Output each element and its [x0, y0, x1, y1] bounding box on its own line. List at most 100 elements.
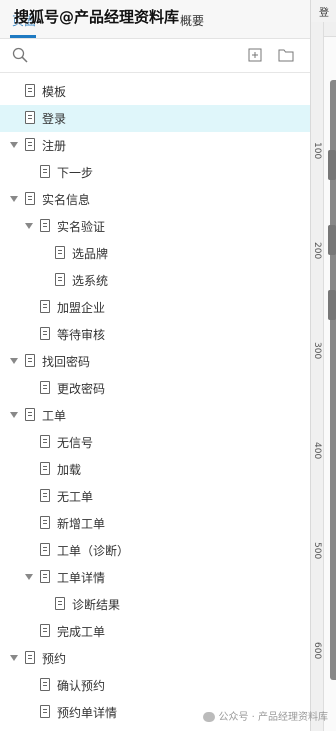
tree-row[interactable]: 诊断结果	[0, 591, 310, 618]
tree-row-label: 注册	[42, 139, 67, 153]
page-icon	[25, 138, 35, 151]
tree-row-label: 模板	[42, 85, 67, 99]
caret-down-icon[interactable]	[25, 574, 33, 580]
ruler-number: 400	[312, 442, 322, 460]
tree-row[interactable]: 等待审核	[0, 321, 310, 348]
ruler-number: 500	[312, 542, 322, 560]
wechat-icon	[203, 712, 216, 722]
page-icon	[40, 300, 50, 313]
page-icon	[40, 381, 50, 394]
page-icon	[40, 678, 50, 691]
tree-row-label: 选系统	[72, 274, 109, 288]
page-icon	[40, 489, 50, 502]
caret-down-icon[interactable]	[10, 412, 18, 418]
page-icon	[40, 543, 50, 556]
page-icon	[40, 165, 50, 178]
tree-row[interactable]: 无工单	[0, 483, 310, 510]
tree-row-label: 实名验证	[57, 220, 106, 234]
tree-row[interactable]: 实名验证	[0, 213, 310, 240]
add-page-icon[interactable]	[248, 48, 262, 62]
page-icon	[40, 705, 50, 718]
caret-down-icon[interactable]	[25, 223, 33, 229]
canvas-marker	[328, 150, 336, 180]
tree-row-label: 确认预约	[57, 679, 106, 693]
pages-panel: 页面 概要 搜狐号@产品经理资料库 模板登录注册下一步实名信息实名验证选品牌选系…	[0, 0, 311, 731]
tree-row[interactable]: 选品牌	[0, 240, 310, 267]
tree-row-label: 等待审核	[57, 328, 106, 342]
canvas-tab[interactable]: 登录	[311, 0, 336, 34]
tree-row[interactable]: 预约	[0, 645, 310, 672]
tree-row-label: 无工单	[57, 490, 94, 504]
canvas-marker	[328, 290, 336, 320]
ruler-number: 100	[312, 142, 322, 160]
tree-row-label: 诊断结果	[72, 598, 121, 612]
watermark-bottom-text: 公众号 · 产品经理资料库	[218, 712, 328, 723]
tree-row-label: 实名信息	[42, 193, 91, 207]
tree-row[interactable]: 加盟企业	[0, 294, 310, 321]
ruler-number: 600	[312, 642, 322, 660]
tree-row[interactable]: 完成工单	[0, 618, 310, 645]
page-icon	[55, 246, 65, 259]
tree-row[interactable]: 新增工单	[0, 510, 310, 537]
tree-row[interactable]: 登录	[0, 105, 310, 132]
ruler-number: 300	[312, 342, 322, 360]
app-root: 页面 概要 搜狐号@产品经理资料库 模板 登录 注册 下一步 实名信息 实名验证 选品牌 选系…	[0, 0, 336, 731]
page-icon	[25, 111, 35, 124]
tree-row-label: 下一步	[57, 166, 94, 180]
page-icon	[25, 192, 35, 205]
page-icon	[40, 624, 50, 637]
tree-row-label: 工单（诊断）	[57, 544, 130, 558]
page-icon	[40, 435, 50, 448]
tree-row[interactable]: 实名信息	[0, 186, 310, 213]
caret-down-icon[interactable]	[10, 196, 18, 202]
tree-row[interactable]: 工单	[0, 402, 310, 429]
tree-row[interactable]: 工单（诊断）	[0, 537, 310, 564]
page-icon	[25, 651, 35, 664]
caret-down-icon[interactable]	[10, 358, 18, 364]
search-icon[interactable]	[12, 47, 28, 63]
tree-row[interactable]: 更改密码	[0, 375, 310, 402]
canvas-marker	[328, 225, 336, 255]
tree-row[interactable]: 选系统	[0, 267, 310, 294]
tree-row-label: 完成工单	[57, 625, 106, 639]
tree-row-label: 工单	[42, 409, 67, 423]
page-icon	[25, 354, 35, 367]
page-icon	[40, 516, 50, 529]
vertical-ruler	[311, 22, 324, 731]
watermark-top: 搜狐号@产品经理资料库	[14, 8, 180, 26]
pages-toolbar	[0, 38, 310, 73]
tree-row[interactable]: 模板	[0, 78, 310, 105]
watermark-bottom: 公众号 · 产品经理资料库	[203, 708, 328, 723]
page-icon	[55, 273, 65, 286]
page-icon	[40, 570, 50, 583]
tree-row-label: 无信号	[57, 436, 94, 450]
tree-row-label: 加盟企业	[57, 301, 106, 315]
tree-row-label: 预约单详情	[57, 706, 118, 720]
page-icon	[55, 597, 65, 610]
page-icon	[40, 219, 50, 232]
tree-row-label: 找回密码	[42, 355, 91, 369]
page-icon	[40, 462, 50, 475]
tree-row-label: 登录	[42, 112, 67, 126]
tree-row[interactable]: 注册	[0, 132, 310, 159]
tab-outline[interactable]: 概要	[180, 12, 204, 29]
tree-row[interactable]: 找回密码	[0, 348, 310, 375]
tree-row[interactable]: 无信号	[0, 429, 310, 456]
panel-tabs: 页面 概要 搜狐号@产品经理资料库	[0, 0, 310, 39]
tree-row[interactable]: 工单详情	[0, 564, 310, 591]
caret-down-icon[interactable]	[10, 655, 18, 661]
tree-row-label: 选品牌	[72, 247, 109, 261]
tree-row-label: 预约	[42, 652, 67, 666]
tree-row-label: 加载	[57, 463, 82, 477]
tree-row[interactable]: 确认预约	[0, 672, 310, 699]
tree-row-label: 工单详情	[57, 571, 106, 585]
ruler-number: 200	[312, 242, 322, 260]
page-icon	[25, 84, 35, 97]
page-icon	[25, 408, 35, 421]
tree-row-label: 新增工单	[57, 517, 106, 531]
tree-row-label: 更改密码	[57, 382, 106, 396]
caret-down-icon[interactable]	[10, 142, 18, 148]
tree-row[interactable]: 加载	[0, 456, 310, 483]
tree-row[interactable]: 下一步	[0, 159, 310, 186]
add-folder-icon[interactable]	[278, 48, 294, 62]
